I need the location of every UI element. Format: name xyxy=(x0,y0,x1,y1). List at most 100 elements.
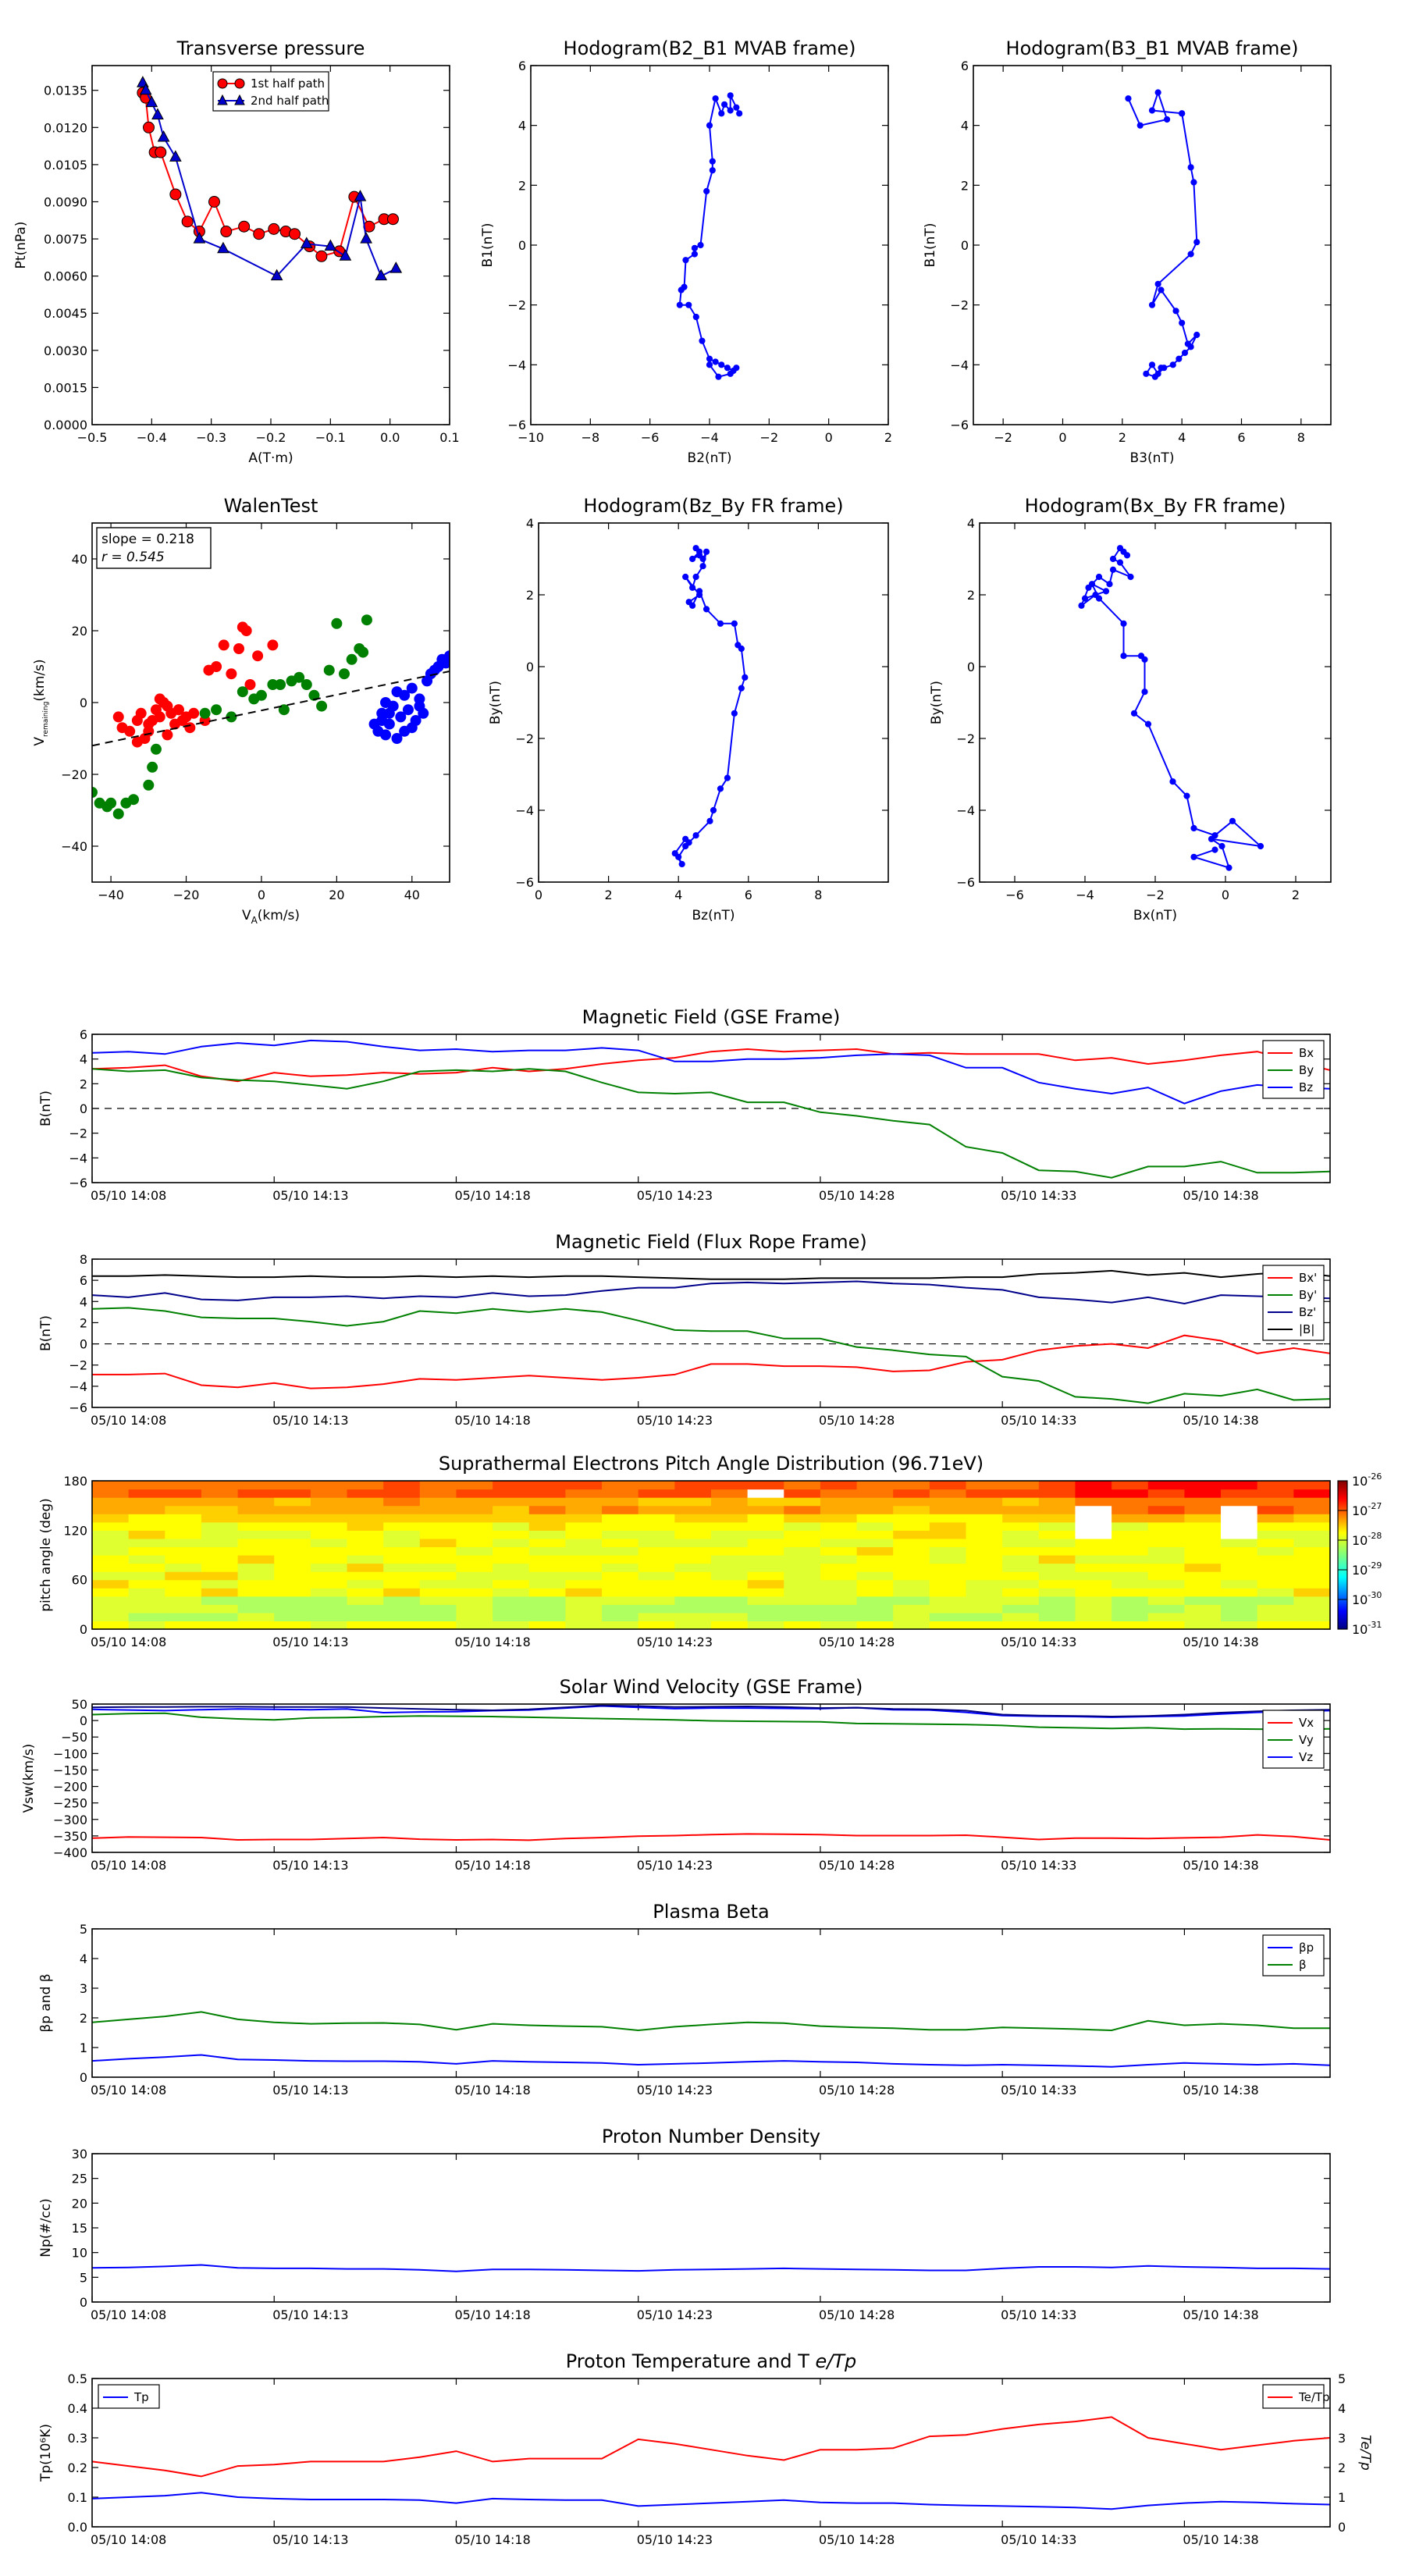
heatmap-cell xyxy=(383,1497,421,1507)
heatmap-cell xyxy=(1002,1481,1040,1490)
x-tick-label: 05/10 14:13 xyxy=(272,2083,348,2097)
heatmap-cell xyxy=(820,1546,858,1556)
heatmap-cell xyxy=(1112,1579,1149,1589)
heatmap-cell xyxy=(165,1596,202,1605)
heatmap-cell xyxy=(1002,1563,1040,1572)
heatmap-cell xyxy=(92,1555,130,1564)
data-point xyxy=(1190,824,1197,832)
heatmap-cell xyxy=(1184,1497,1222,1507)
heatmap-cell xyxy=(274,1521,311,1531)
y-tick-label: −6 xyxy=(950,418,969,432)
heatmap-cell xyxy=(128,1538,165,1548)
heatmap-cell xyxy=(929,1604,967,1614)
data-point xyxy=(736,110,743,117)
heatmap-cell xyxy=(1002,1604,1040,1614)
heatmap-cell xyxy=(893,1546,930,1556)
y-tick-label: −2 xyxy=(69,1358,87,1373)
heatmap-cell xyxy=(565,1530,603,1539)
x-tick-label: −10 xyxy=(518,430,544,445)
heatmap-cell xyxy=(1257,1571,1294,1581)
data-point xyxy=(391,686,403,698)
heatmap-cell xyxy=(92,1588,130,1597)
data-point xyxy=(226,668,237,680)
heatmap-cell xyxy=(1221,1497,1258,1507)
x-tick-label: 2 xyxy=(1292,888,1300,902)
heatmap-cell xyxy=(201,1555,239,1564)
y-tick-label: −20 xyxy=(61,767,87,782)
heatmap-cell xyxy=(1293,1588,1331,1597)
y-tick-label: 0 xyxy=(80,1101,87,1116)
data-point xyxy=(685,301,692,308)
heatmap-cell xyxy=(1293,1612,1331,1622)
heatmap-cell xyxy=(1147,1571,1186,1581)
data-point xyxy=(1190,179,1197,186)
y-axis-label: Tp(10⁶K) xyxy=(38,2424,54,2482)
data-point xyxy=(1176,355,1183,362)
y-tick-label: 4 xyxy=(80,1952,87,1966)
x-tick-label: 05/10 14:18 xyxy=(454,2307,530,2322)
heatmap-cell xyxy=(493,1538,530,1548)
data-point xyxy=(289,228,301,240)
heatmap-cell xyxy=(92,1604,130,1614)
heatmap-cell xyxy=(966,1505,1003,1514)
heatmap-cell xyxy=(92,1489,130,1498)
heatmap-cell xyxy=(128,1588,165,1597)
chart-title: WalenTest xyxy=(224,495,318,517)
x-tick-label: 05/10 14:13 xyxy=(272,2532,348,2547)
x-tick-label: 05/10 14:33 xyxy=(1001,2307,1076,2322)
heatmap-cell xyxy=(1221,1538,1258,1548)
x-tick-label: 05/10 14:13 xyxy=(272,1188,348,1203)
x-tick-label: 05/10 14:13 xyxy=(272,1635,348,1649)
data-point xyxy=(135,707,147,719)
heatmap-cell xyxy=(638,1604,675,1614)
heatmap-cell xyxy=(747,1555,784,1564)
heatmap-cell xyxy=(784,1530,821,1539)
heatmap-cell xyxy=(528,1555,567,1564)
heatmap-cell xyxy=(347,1546,384,1556)
heatmap-cell xyxy=(1002,1521,1040,1531)
heatmap-cell xyxy=(383,1521,421,1531)
heatmap-cell xyxy=(528,1521,567,1531)
heatmap-cell xyxy=(1038,1555,1076,1564)
heatmap-cell xyxy=(92,1481,130,1490)
legend: Tp xyxy=(98,2384,160,2409)
y-tick-label: 0 xyxy=(80,1622,87,1637)
heatmap-cell xyxy=(784,1579,821,1589)
heatmap-cell xyxy=(966,1621,1003,1630)
heatmap-cell xyxy=(201,1505,239,1514)
heatmap-cell xyxy=(419,1538,457,1548)
heatmap-cell xyxy=(929,1530,967,1539)
heatmap-cell xyxy=(165,1530,202,1539)
data-point xyxy=(376,707,388,719)
heatmap-cell xyxy=(820,1514,858,1523)
heatmap-cell xyxy=(383,1481,421,1490)
data-point xyxy=(1123,552,1131,559)
x-tick-label: 05/10 14:13 xyxy=(272,1413,348,1428)
heatmap-cell xyxy=(493,1505,530,1514)
x-tick-label: 6 xyxy=(1237,430,1245,445)
heatmap-cell xyxy=(128,1604,165,1614)
heatmap-cell xyxy=(1112,1497,1149,1507)
heatmap-cell xyxy=(456,1546,493,1556)
y-axis-label: By(nT) xyxy=(488,681,503,724)
data-point xyxy=(724,365,731,372)
heatmap-cell xyxy=(1002,1612,1040,1622)
heatmap-cell xyxy=(201,1563,239,1572)
heatmap-cell xyxy=(1293,1571,1331,1581)
heatmap-cell xyxy=(128,1546,165,1556)
heatmap-cell xyxy=(929,1481,967,1490)
y-tick-label: −4 xyxy=(507,358,526,372)
data-point xyxy=(691,251,699,258)
heatmap-cell xyxy=(165,1538,202,1548)
data-point xyxy=(1190,853,1197,860)
data-point xyxy=(706,361,713,368)
data-point xyxy=(727,107,734,114)
heatmap-cell xyxy=(1075,1604,1112,1614)
data-point xyxy=(315,250,328,262)
heatmap-cell xyxy=(165,1621,202,1630)
heatmap-cell xyxy=(128,1621,165,1630)
heatmap-cell xyxy=(383,1588,421,1597)
chart-title: Transverse pressure xyxy=(176,37,365,59)
heatmap-cell xyxy=(747,1588,784,1597)
heatmap-cell xyxy=(92,1497,130,1507)
